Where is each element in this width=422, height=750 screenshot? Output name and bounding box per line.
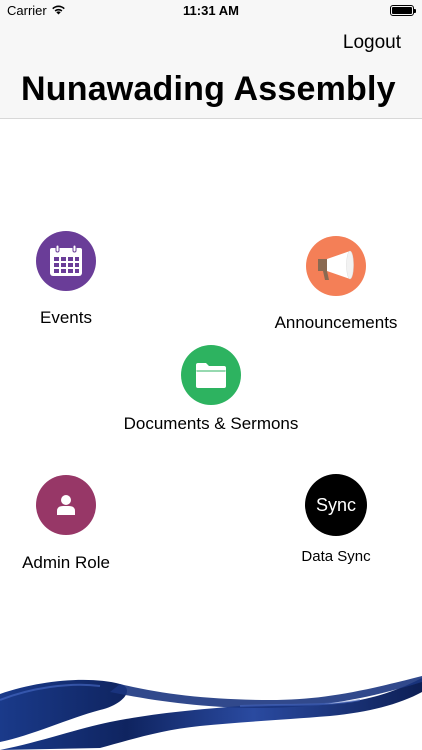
battery-icon <box>390 5 416 16</box>
folder-icon <box>181 345 241 405</box>
events-menu-item[interactable]: Events <box>26 231 106 328</box>
app-screen: Carrier 11:31 AM Logout Nunawading Assem… <box>0 0 422 750</box>
megaphone-icon <box>306 236 366 296</box>
sync-icon-text: Sync <box>315 494 357 515</box>
announcements-menu-item[interactable]: Announcements <box>266 236 406 333</box>
user-icon <box>36 475 96 535</box>
data-sync-label: Data Sync <box>301 548 371 565</box>
documents-label: Documents & Sermons <box>123 414 299 433</box>
admin-label: Admin Role <box>22 553 110 572</box>
ribbon-decoration <box>0 676 422 750</box>
admin-menu-item[interactable]: Admin Role <box>16 475 116 573</box>
data-sync-menu-item[interactable]: Sync Data Sync <box>286 474 386 565</box>
documents-menu-item[interactable]: Documents & Sermons <box>111 345 311 434</box>
logout-button[interactable]: Logout <box>343 32 401 54</box>
events-label: Events <box>40 308 92 327</box>
sync-icon: Sync <box>305 474 367 536</box>
navigation-bar: Logout Nunawading Assembly <box>0 22 422 119</box>
page-title: Nunawading Assembly <box>21 70 396 108</box>
calendar-icon <box>36 231 96 291</box>
status-bar: Carrier 11:31 AM <box>0 0 422 22</box>
status-time: 11:31 AM <box>183 3 239 18</box>
announcements-label: Announcements <box>274 313 398 332</box>
